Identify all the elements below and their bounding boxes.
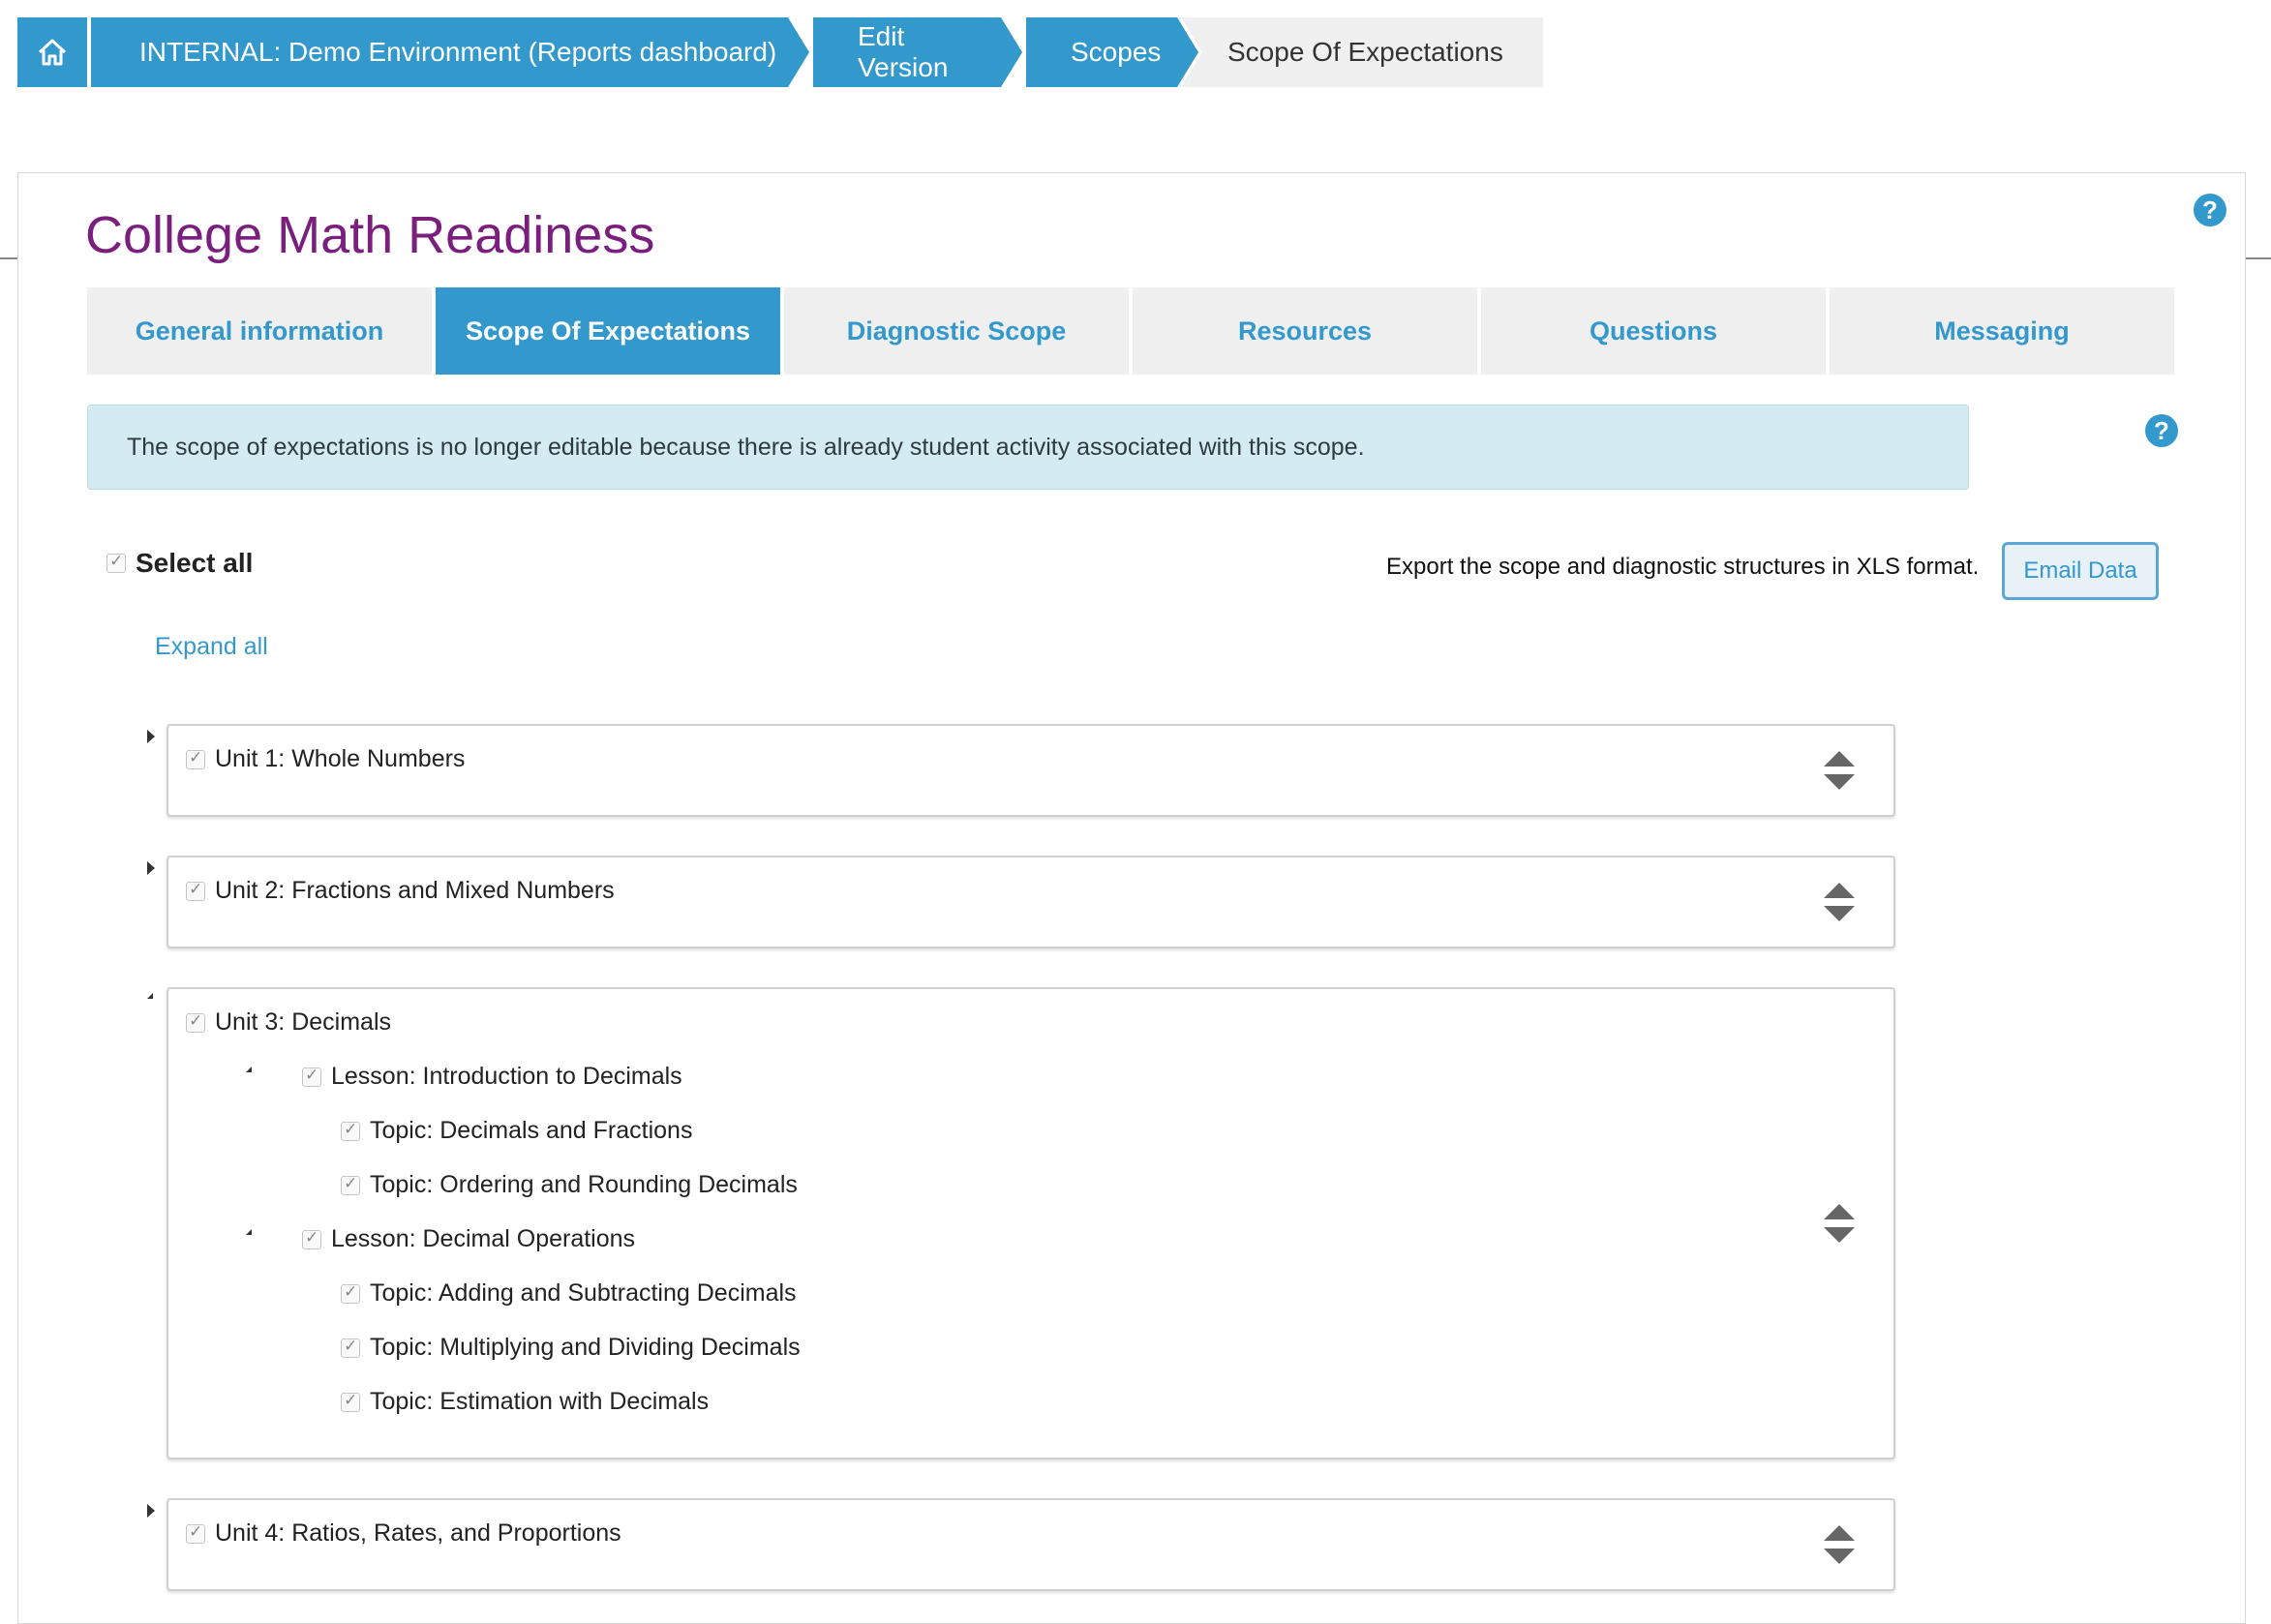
topic-label: Topic: Multiplying and Dividing Decimals <box>370 1334 801 1361</box>
unit-label: Unit 3: Decimals <box>215 1008 391 1036</box>
breadcrumb-label: Scope Of Expectations <box>1227 37 1503 67</box>
help-icon[interactable]: ? <box>2145 414 2178 447</box>
unit-checkbox[interactable] <box>186 1522 205 1544</box>
unit-checkbox[interactable] <box>186 880 205 901</box>
reorder-handle-icon[interactable] <box>1824 1204 1855 1245</box>
tab-general-information[interactable]: General information <box>87 287 432 375</box>
topic-checkbox[interactable] <box>341 1174 360 1195</box>
unit-card: Unit 1: Whole Numbers <box>167 724 1895 817</box>
unit-label: Unit 1: Whole Numbers <box>215 745 466 772</box>
unit-label: Unit 2: Fractions and Mixed Numbers <box>215 877 615 904</box>
topic-label: Topic: Estimation with Decimals <box>370 1388 710 1415</box>
tab-diagnostic-scope[interactable]: Diagnostic Scope <box>784 287 1129 375</box>
expand-toggle-icon[interactable] <box>147 730 155 743</box>
reorder-handle-icon[interactable] <box>1824 751 1855 792</box>
breadcrumb-item-current: Scope Of Expectations <box>1177 17 1543 87</box>
select-all-label: Select all <box>136 548 254 578</box>
breadcrumb: INTERNAL: Demo Environment (Reports dash… <box>17 17 1543 87</box>
topic-checkbox[interactable] <box>341 1120 360 1141</box>
unit-card: Unit 4: Ratios, Rates, and Proportions <box>167 1498 1895 1591</box>
tab-scope-of-expectations[interactable]: Scope Of Expectations <box>436 287 780 375</box>
unit-label: Unit 4: Ratios, Rates, and Proportions <box>215 1519 621 1547</box>
breadcrumb-label: Edit Version <box>858 21 949 82</box>
collapse-toggle-icon[interactable] <box>240 1067 252 1072</box>
page-title: College Math Readiness <box>85 206 655 264</box>
select-all-checkbox[interactable] <box>106 552 126 573</box>
unit-card: Unit 2: Fractions and Mixed Numbers <box>167 856 1895 948</box>
topic-label: Topic: Adding and Subtracting Decimals <box>370 1279 797 1307</box>
unit-card: Unit 3: Decimals Lesson: Introduction to… <box>167 987 1895 1459</box>
breadcrumb-home[interactable] <box>17 17 87 87</box>
topic-checkbox[interactable] <box>341 1391 360 1412</box>
breadcrumb-label: INTERNAL: Demo Environment (Reports dash… <box>139 37 777 67</box>
reorder-handle-icon[interactable] <box>1824 883 1855 923</box>
lesson-label: Lesson: Decimal Operations <box>331 1225 636 1252</box>
expand-toggle-icon[interactable] <box>147 861 155 875</box>
lesson-checkbox[interactable] <box>302 1228 321 1249</box>
export-description: Export the scope and diagnostic structur… <box>1386 554 1980 580</box>
divider <box>2246 257 2271 259</box>
topic-checkbox[interactable] <box>341 1282 360 1304</box>
tab-messaging[interactable]: Messaging <box>1830 287 2174 375</box>
unit-checkbox[interactable] <box>186 748 205 769</box>
info-notice: The scope of expectations is no longer e… <box>87 405 1969 490</box>
collapse-toggle-icon[interactable] <box>240 1229 252 1235</box>
topic-label: Topic: Ordering and Rounding Decimals <box>370 1171 798 1198</box>
expand-all-link[interactable]: Expand all <box>155 633 268 661</box>
breadcrumb-item-scopes[interactable]: Scopes <box>1026 17 1202 87</box>
help-icon[interactable]: ? <box>2194 194 2226 226</box>
breadcrumb-item-environment[interactable]: INTERNAL: Demo Environment (Reports dash… <box>91 17 813 87</box>
lesson-label: Lesson: Introduction to Decimals <box>331 1063 682 1090</box>
select-all[interactable]: Select all <box>106 548 253 579</box>
reorder-handle-icon[interactable] <box>1824 1525 1855 1566</box>
lesson-checkbox[interactable] <box>302 1066 321 1087</box>
breadcrumb-label: Scopes <box>1071 37 1162 67</box>
unit-checkbox[interactable] <box>186 1011 205 1033</box>
divider <box>0 257 17 259</box>
collapse-toggle-icon[interactable] <box>141 993 153 999</box>
breadcrumb-item-edit-version[interactable]: Edit Version <box>813 17 1026 87</box>
tab-questions[interactable]: Questions <box>1481 287 1826 375</box>
topic-checkbox[interactable] <box>341 1337 360 1358</box>
topic-label: Topic: Decimals and Fractions <box>370 1117 693 1144</box>
email-data-button[interactable]: Email Data <box>2002 542 2159 600</box>
home-icon <box>38 39 67 66</box>
tab-resources[interactable]: Resources <box>1133 287 1477 375</box>
expand-toggle-icon[interactable] <box>147 1504 155 1518</box>
